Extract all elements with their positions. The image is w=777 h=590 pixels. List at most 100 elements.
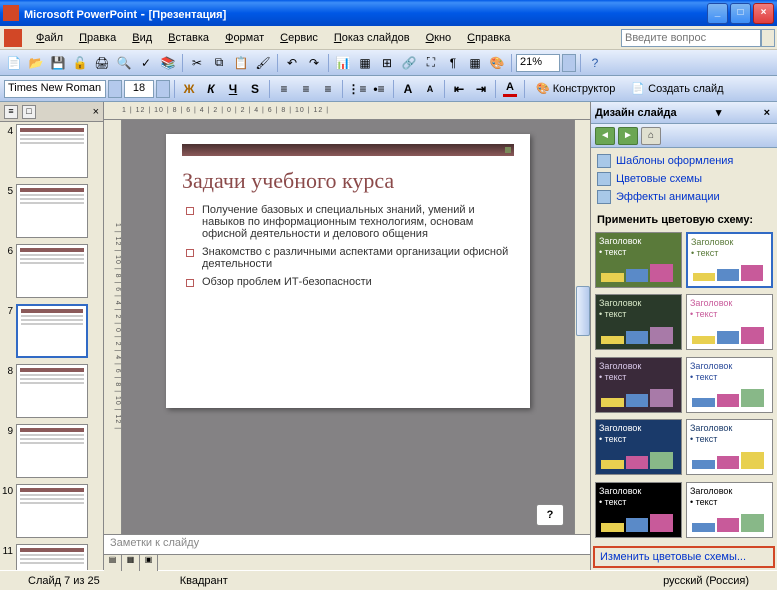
vertical-scrollbar[interactable] <box>574 120 590 534</box>
bold-button[interactable]: Ж <box>179 79 199 99</box>
menu-вид[interactable]: Вид <box>124 29 160 47</box>
maximize-button[interactable]: □ <box>730 3 751 24</box>
help-icon[interactable]: ? <box>585 53 605 73</box>
increase-indent-button[interactable]: ⇥ <box>471 79 491 99</box>
open-icon[interactable]: 📂 <box>26 53 46 73</box>
shadow-button[interactable]: S <box>245 79 265 99</box>
menu-файл[interactable]: Файл <box>28 29 71 47</box>
normal-view-button[interactable]: ▤ <box>104 555 122 571</box>
align-center-button[interactable]: ≡ <box>296 79 316 99</box>
taskpane-link[interactable]: Шаблоны оформления <box>597 152 771 170</box>
new-icon[interactable]: 📄 <box>4 53 24 73</box>
color-scheme-item[interactable]: Заголовок• текст <box>595 419 682 475</box>
color-scheme-item[interactable]: Заголовок• текст <box>595 232 682 288</box>
paste-icon[interactable]: 📋 <box>231 53 251 73</box>
new-slide-button[interactable]: 📄Создать слайд <box>624 79 730 99</box>
color-scheme-item[interactable]: Заголовок• текст <box>595 294 682 350</box>
close-button[interactable]: × <box>753 3 774 24</box>
slide-bullet[interactable]: Обзор проблем ИТ-безопасности <box>186 276 514 288</box>
bullets-button[interactable]: •≡ <box>369 79 389 99</box>
horizontal-scrollbar[interactable] <box>158 555 590 570</box>
slides-tab[interactable]: □ <box>22 105 36 119</box>
slide-thumbnail[interactable] <box>16 304 88 358</box>
slideshow-view-button[interactable]: ▣ <box>140 555 158 571</box>
italic-button[interactable]: К <box>201 79 221 99</box>
nav-back-button[interactable]: ◄ <box>595 127 615 145</box>
color-scheme-item[interactable]: Заголовок• текст <box>595 482 682 538</box>
underline-button[interactable]: Ч <box>223 79 243 99</box>
decrease-indent-button[interactable]: ⇤ <box>449 79 469 99</box>
slide-bullet[interactable]: Получение базовых и специальных знаний, … <box>186 204 514 240</box>
help-search-dropdown[interactable] <box>761 29 775 47</box>
slide-thumbnail[interactable] <box>16 364 88 418</box>
copy-icon[interactable]: ⧉ <box>209 53 229 73</box>
color-scheme-item[interactable]: Заголовок• текст <box>686 482 773 538</box>
expand-icon[interactable]: ⛶ <box>421 53 441 73</box>
increase-font-button[interactable]: А <box>398 79 418 99</box>
taskpane-close-icon[interactable]: × <box>761 107 773 119</box>
notes-area[interactable]: Заметки к слайду <box>104 534 590 554</box>
format-painter-icon[interactable]: 🖌 <box>253 53 273 73</box>
menu-вставка[interactable]: Вставка <box>160 29 217 47</box>
color-scheme-item[interactable]: Заголовок• текст <box>686 232 773 288</box>
zoom-dropdown[interactable] <box>562 54 576 72</box>
menu-окно[interactable]: Окно <box>418 29 460 47</box>
sorter-view-button[interactable]: ▦ <box>122 555 140 571</box>
numbering-button[interactable]: ⋮≡ <box>347 79 367 99</box>
redo-icon[interactable]: ↷ <box>304 53 324 73</box>
color-scheme-item[interactable]: Заголовок• текст <box>686 294 773 350</box>
slide-canvas[interactable]: Задачи учебного курса Получение базовых … <box>122 120 574 534</box>
align-right-button[interactable]: ≡ <box>318 79 338 99</box>
slide-title[interactable]: Задачи учебного курса <box>182 168 514 194</box>
font-size-input[interactable]: 18 <box>124 80 154 98</box>
taskpane-link[interactable]: Цветовые схемы <box>597 170 771 188</box>
align-left-button[interactable]: ≡ <box>274 79 294 99</box>
show-formatting-icon[interactable]: ¶ <box>443 53 463 73</box>
color-scheme-item[interactable]: Заголовок• текст <box>686 357 773 413</box>
decrease-font-button[interactable]: А <box>420 79 440 99</box>
grid-icon[interactable]: ▦ <box>465 53 485 73</box>
slide-thumbnail[interactable] <box>16 484 88 538</box>
slide-thumbnail[interactable] <box>16 424 88 478</box>
nav-home-button[interactable]: ⌂ <box>641 127 661 145</box>
edit-schemes-link[interactable]: Изменить цветовые схемы... <box>593 546 775 568</box>
help-bubble[interactable]: ? <box>536 504 564 526</box>
tables-borders-icon[interactable]: ⊞ <box>377 53 397 73</box>
help-search-input[interactable] <box>621 29 761 47</box>
slide-thumbnail[interactable] <box>16 184 88 238</box>
spell-icon[interactable]: ✓ <box>136 53 156 73</box>
chart-icon[interactable]: 📊 <box>333 53 353 73</box>
menu-формат[interactable]: Формат <box>217 29 272 47</box>
permission-icon[interactable]: 🔓 <box>70 53 90 73</box>
font-size-dropdown[interactable] <box>156 80 170 98</box>
save-icon[interactable]: 💾 <box>48 53 68 73</box>
zoom-input[interactable]: 21% <box>516 54 560 72</box>
print-icon[interactable]: 🖨 <box>92 53 112 73</box>
undo-icon[interactable]: ↶ <box>282 53 302 73</box>
slide-bullets[interactable]: Получение базовых и специальных знаний, … <box>182 204 514 288</box>
menu-справка[interactable]: Справка <box>459 29 518 47</box>
slide-bullet[interactable]: Знакомство с различными аспектами органи… <box>186 246 514 270</box>
menu-показ слайдов[interactable]: Показ слайдов <box>326 29 418 47</box>
menu-правка[interactable]: Правка <box>71 29 124 47</box>
slide-thumbnail[interactable] <box>16 544 88 570</box>
panel-close-icon[interactable]: × <box>93 106 99 118</box>
color-icon[interactable]: 🎨 <box>487 53 507 73</box>
font-color-button[interactable]: А <box>500 79 520 99</box>
slide-thumbnail[interactable] <box>16 124 88 178</box>
taskpane-link[interactable]: Эффекты анимации <box>597 188 771 206</box>
menu-сервис[interactable]: Сервис <box>272 29 326 47</box>
table-icon[interactable]: ▦ <box>355 53 375 73</box>
designer-button[interactable]: 🎨Конструктор <box>529 79 622 99</box>
slide-thumbnail[interactable] <box>16 244 88 298</box>
minimize-button[interactable]: _ <box>707 3 728 24</box>
font-name-dropdown[interactable] <box>108 80 122 98</box>
research-icon[interactable]: 📚 <box>158 53 178 73</box>
taskpane-dropdown-icon[interactable]: ▾ <box>716 106 722 119</box>
font-name-input[interactable]: Times New Roman <box>4 80 106 98</box>
outline-tab[interactable]: ≡ <box>4 105 18 119</box>
hyperlink-icon[interactable]: 🔗 <box>399 53 419 73</box>
preview-icon[interactable]: 🔍 <box>114 53 134 73</box>
nav-forward-button[interactable]: ► <box>618 127 638 145</box>
color-scheme-item[interactable]: Заголовок• текст <box>686 419 773 475</box>
